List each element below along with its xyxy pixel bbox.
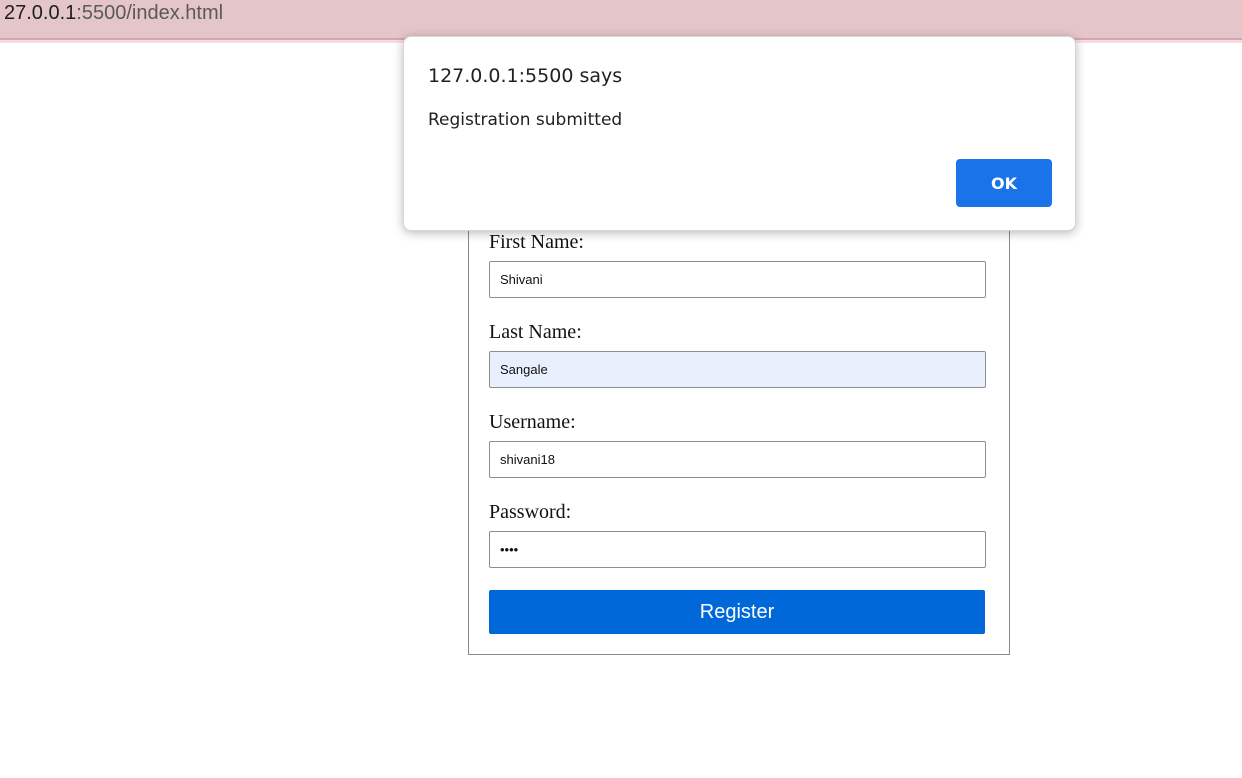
address-host: 27.0.0.1 (4, 2, 77, 24)
address-url[interactable]: 27.0.0.1:5500/index.html (4, 2, 223, 25)
dialog-title: 127.0.0.1:5500 says (428, 65, 623, 87)
last-name-input[interactable] (489, 351, 986, 388)
address-path: :5500/index.html (76, 2, 224, 24)
register-button[interactable]: Register (489, 590, 985, 634)
alert-dialog: 127.0.0.1:5500 says Registration submitt… (403, 36, 1076, 231)
username-label: Username: (489, 411, 576, 433)
password-label: Password: (489, 501, 572, 523)
username-input[interactable] (489, 441, 986, 478)
registration-form: First Name: Last Name: Username: Passwor… (468, 196, 1010, 655)
last-name-label: Last Name: (489, 321, 582, 343)
dialog-message: Registration submitted (428, 110, 623, 130)
dialog-ok-button[interactable]: OK (956, 159, 1052, 207)
browser-address-bar[interactable]: 27.0.0.1:5500/index.html (0, 0, 1242, 43)
password-input[interactable] (489, 531, 986, 568)
first-name-label: First Name: (489, 231, 584, 253)
first-name-input[interactable] (489, 261, 986, 298)
